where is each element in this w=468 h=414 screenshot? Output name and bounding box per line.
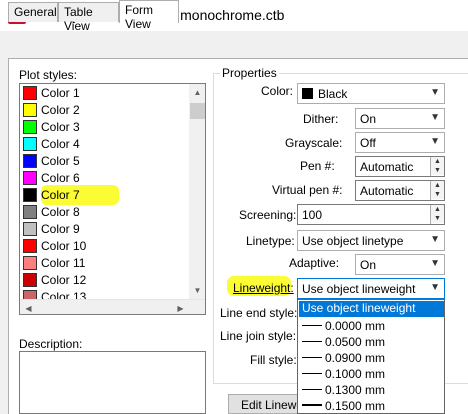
color-dropdown[interactable]: Black ▼ bbox=[297, 83, 445, 104]
scroll-left-icon[interactable]: ◀ bbox=[20, 300, 37, 314]
color-swatch bbox=[23, 137, 37, 151]
list-item[interactable]: Color 3 bbox=[20, 119, 190, 136]
chevron-down-icon: ▼ bbox=[430, 282, 440, 293]
spin-up-icon[interactable]: ▲ bbox=[431, 181, 444, 190]
list-item[interactable]: Color 4 bbox=[20, 136, 190, 153]
dropdown-option[interactable]: 0.0500 mm bbox=[299, 334, 444, 350]
line-join-style-label: Line join style: bbox=[220, 329, 297, 343]
chevron-down-icon: ▼ bbox=[430, 136, 440, 147]
adaptive-label: Adaptive: bbox=[289, 256, 340, 270]
list-item-selected[interactable]: Color 7 bbox=[20, 185, 190, 205]
pen-number-label: Pen #: bbox=[300, 159, 335, 173]
chevron-down-icon: ▼ bbox=[430, 258, 440, 269]
list-item[interactable]: Color 12 bbox=[20, 272, 190, 289]
dropdown-option[interactable]: 0.1000 mm bbox=[299, 366, 444, 382]
list-item[interactable]: Color 10 bbox=[20, 238, 190, 255]
properties-group-title: Properties bbox=[220, 66, 279, 80]
pen-number-spinner[interactable]: Automatic ▲ ▼ bbox=[355, 156, 445, 177]
dropdown-option-selected[interactable]: Use object lineweight bbox=[299, 301, 444, 317]
lineweight-dropdown[interactable]: Use object lineweight ▼ bbox=[297, 278, 445, 299]
color-swatch bbox=[23, 120, 37, 134]
spin-up-icon[interactable]: ▲ bbox=[431, 205, 444, 214]
scroll-right-icon[interactable]: ▶ bbox=[172, 300, 189, 314]
color-swatch bbox=[23, 256, 37, 270]
line-end-style-label: Line end style: bbox=[220, 306, 298, 320]
dropdown-option[interactable]: 0.0000 mm bbox=[299, 318, 444, 334]
fill-style-label: Fill style: bbox=[250, 353, 297, 367]
spin-up-icon[interactable]: ▲ bbox=[431, 157, 444, 166]
dither-dropdown[interactable]: On ▼ bbox=[355, 108, 445, 129]
dropdown-option[interactable]: 0.1300 mm bbox=[299, 382, 444, 398]
screening-label: Screening: bbox=[239, 208, 297, 222]
list-item[interactable]: Color 2 bbox=[20, 102, 190, 119]
description-field[interactable] bbox=[19, 351, 206, 414]
list-item[interactable]: Color 1 bbox=[20, 85, 190, 102]
lineweight-label: Lineweight: bbox=[233, 281, 294, 295]
chevron-down-icon: ▼ bbox=[430, 112, 440, 123]
color-swatch bbox=[23, 86, 37, 100]
dropdown-option[interactable]: 0.0900 mm bbox=[299, 350, 444, 366]
plot-styles-label: Plot styles: bbox=[19, 68, 78, 82]
plot-styles-list[interactable]: Color 1 Color 2 Color 3 Color 4 Color 5 … bbox=[19, 83, 206, 315]
virtual-pen-spinner[interactable]: Automatic ▲ ▼ bbox=[355, 180, 445, 201]
chevron-down-icon: ▼ bbox=[430, 87, 440, 98]
scroll-thumb[interactable] bbox=[190, 103, 205, 119]
line-sample-icon bbox=[302, 341, 322, 342]
adaptive-dropdown[interactable]: On ▼ bbox=[355, 254, 445, 275]
line-sample-icon bbox=[302, 373, 322, 374]
line-sample-icon bbox=[302, 389, 322, 390]
tab-general[interactable]: General bbox=[8, 2, 58, 22]
color-swatch bbox=[23, 205, 37, 219]
color-swatch bbox=[23, 222, 37, 236]
screening-spinner[interactable]: 100 ▲ ▼ bbox=[297, 204, 445, 225]
spin-down-icon[interactable]: ▼ bbox=[431, 190, 444, 199]
line-sample-icon bbox=[302, 357, 322, 358]
color-swatch bbox=[23, 239, 37, 253]
color-swatch bbox=[23, 273, 37, 287]
spin-down-icon[interactable]: ▼ bbox=[431, 214, 444, 223]
grayscale-label: Grayscale: bbox=[285, 136, 343, 150]
list-item[interactable]: Color 9 bbox=[20, 221, 190, 238]
description-label: Description: bbox=[19, 337, 83, 351]
chevron-down-icon: ▼ bbox=[430, 234, 440, 245]
linetype-label: Linetype: bbox=[246, 234, 295, 248]
dither-label: Dither: bbox=[303, 112, 339, 126]
list-item[interactable]: Color 11 bbox=[20, 255, 190, 272]
lineweight-dropdown-list[interactable]: Use object lineweight 0.0000 mm 0.0500 m… bbox=[297, 299, 445, 414]
vertical-scrollbar[interactable]: ▲ ▼ bbox=[189, 84, 205, 299]
scroll-down-icon[interactable]: ▼ bbox=[189, 282, 205, 299]
line-sample-icon bbox=[302, 404, 322, 406]
list-item[interactable]: Color 8 bbox=[20, 204, 190, 221]
color-swatch bbox=[23, 154, 37, 168]
horizontal-scrollbar[interactable]: ◀ ▶ bbox=[20, 299, 205, 314]
dropdown-option[interactable]: 0.1500 mm bbox=[299, 398, 444, 413]
edit-lineweights-button[interactable]: Edit Lineweights... bbox=[228, 394, 298, 414]
tab-table-view[interactable]: Table View bbox=[58, 2, 119, 33]
spin-down-icon[interactable]: ▼ bbox=[431, 166, 444, 175]
scroll-up-icon[interactable]: ▲ bbox=[189, 84, 205, 101]
tab-form-view[interactable]: Form View bbox=[119, 0, 179, 31]
color-swatch-icon bbox=[302, 88, 313, 99]
color-swatch bbox=[23, 188, 37, 202]
grayscale-dropdown[interactable]: Off ▼ bbox=[355, 132, 445, 153]
color-label: Color: bbox=[261, 84, 294, 98]
color-swatch bbox=[23, 171, 37, 185]
color-swatch bbox=[23, 103, 37, 117]
list-item[interactable]: Color 5 bbox=[20, 153, 190, 170]
virtual-pen-label: Virtual pen #: bbox=[272, 183, 343, 197]
linetype-dropdown[interactable]: Use object linetype ▼ bbox=[297, 230, 445, 251]
line-sample-icon bbox=[302, 325, 322, 326]
